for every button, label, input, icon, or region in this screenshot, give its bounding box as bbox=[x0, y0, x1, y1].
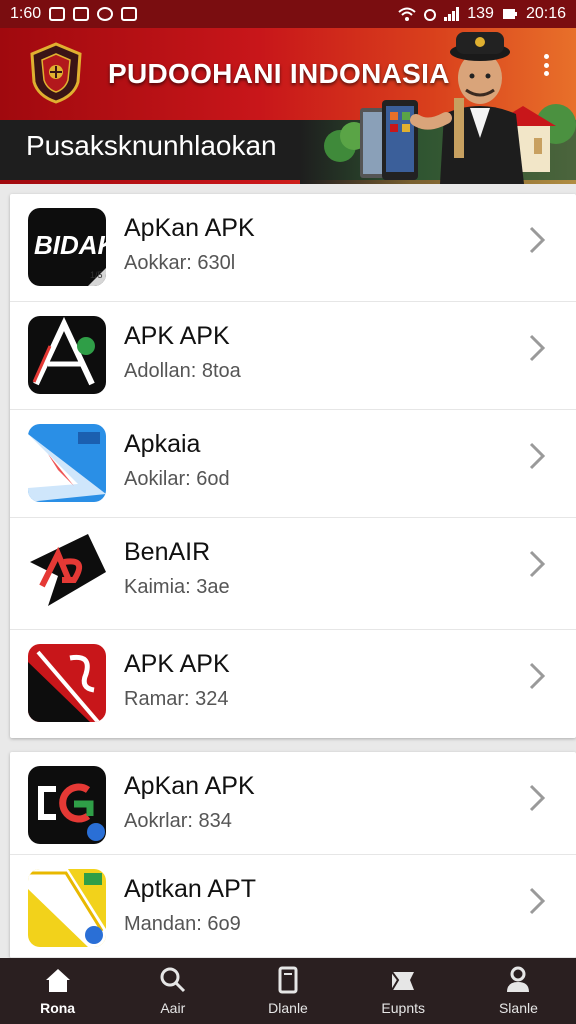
profile-icon bbox=[507, 966, 530, 992]
status-time-right: 20:16 bbox=[525, 5, 566, 22]
status-bar: 1:60 139 20:16 bbox=[0, 0, 576, 28]
app-list-card-secondary: ApKan APK Aokrlar: 834 Aptkan APT Mandan… bbox=[10, 752, 576, 958]
list-item-title: Apkaia bbox=[124, 430, 201, 458]
yellow-folder-app-icon bbox=[28, 869, 106, 947]
signal-icon bbox=[444, 7, 460, 21]
header-banner: PUDOOHANI INDONASIA Pusaksknunhlaokan bbox=[0, 28, 576, 184]
chevron-right-icon bbox=[529, 784, 546, 812]
list-item-subtitle: Aokkar: 630l bbox=[124, 252, 236, 274]
list-item-subtitle: Mandan: 6o9 bbox=[124, 913, 241, 935]
nav-item-documents[interactable]: Dlanle bbox=[230, 958, 345, 1024]
list-item-subtitle: Kaimia: 3ae bbox=[124, 576, 230, 598]
list-item[interactable]: Aptkan APT Mandan: 6o9 bbox=[10, 855, 576, 958]
svg-text:BIDAK: BIDAK bbox=[34, 230, 106, 260]
paper-plane-app-icon bbox=[28, 424, 106, 502]
document-icon bbox=[278, 966, 298, 994]
overflow-menu-button[interactable] bbox=[536, 50, 556, 80]
chevron-right-icon bbox=[529, 334, 546, 362]
a-logo-app-icon bbox=[28, 316, 106, 394]
app-list-card: BIDAK 1/5 ApKan APK Aokkar: 630l APK APK… bbox=[10, 194, 576, 738]
list-item-subtitle: Aokilar: 6od bbox=[124, 468, 230, 490]
colorful-g-app-icon bbox=[28, 766, 106, 844]
nav-item-search[interactable]: Aair bbox=[115, 958, 230, 1024]
nav-label: Rona bbox=[40, 1000, 76, 1016]
app-notification-icon bbox=[73, 7, 90, 21]
list-item[interactable]: ApKan APK Aokrlar: 834 bbox=[10, 752, 576, 855]
list-item[interactable]: APK APK Ramar: 324 bbox=[10, 630, 576, 738]
chevron-right-icon bbox=[529, 550, 546, 578]
status-left: 1:60 bbox=[10, 5, 138, 23]
header-subtitle: Pusaksknunhlaokan bbox=[26, 130, 277, 161]
list-item[interactable]: APK APK Adollan: 8toa bbox=[10, 302, 576, 410]
chevron-right-icon bbox=[529, 442, 546, 470]
notification-icon bbox=[49, 7, 66, 21]
nav-item-profile[interactable]: Slanle bbox=[461, 958, 576, 1024]
bottom-navigation: Rona Aair Dlanle Eupnts Slanle bbox=[0, 958, 576, 1024]
nav-label: Dlanle bbox=[268, 1000, 308, 1016]
chevron-right-icon bbox=[529, 662, 546, 690]
list-item[interactable]: BenAIR Kaimia: 3ae bbox=[10, 518, 576, 630]
list-item[interactable]: BIDAK 1/5 ApKan APK Aokkar: 630l bbox=[10, 194, 576, 302]
list-item-title: APK APK bbox=[124, 650, 230, 678]
nav-item-home[interactable]: Rona bbox=[0, 958, 115, 1024]
alarm-icon bbox=[424, 9, 437, 21]
list-item-subtitle: Aokrlar: 834 bbox=[124, 810, 232, 832]
home-icon bbox=[45, 969, 70, 992]
list-item-title: Aptkan APT bbox=[124, 875, 257, 903]
search-icon bbox=[160, 967, 185, 993]
wifi-icon bbox=[398, 7, 416, 21]
list-item-subtitle: Adollan: 8toa bbox=[124, 360, 241, 382]
chevron-right-icon bbox=[529, 226, 546, 254]
status-time-left: 1:60 bbox=[10, 5, 42, 22]
status-right: 139 20:16 bbox=[398, 5, 566, 23]
svg-text:1/5: 1/5 bbox=[90, 270, 103, 280]
chevron-right-icon bbox=[529, 887, 546, 915]
nav-item-updates[interactable]: Eupnts bbox=[346, 958, 461, 1024]
list-item[interactable]: Apkaia Aokilar: 6od bbox=[10, 410, 576, 518]
camera-icon bbox=[97, 7, 114, 21]
nav-label: Aair bbox=[160, 1000, 186, 1016]
list-item-title: ApKan APK bbox=[124, 772, 255, 800]
ap-arrow-app-icon bbox=[28, 532, 106, 610]
box-icon bbox=[391, 971, 415, 991]
gallery-icon bbox=[121, 7, 138, 21]
list-item-title: APK APK bbox=[124, 322, 230, 350]
battery-level: 139 bbox=[467, 5, 494, 22]
list-item-title: BenAIR bbox=[124, 538, 211, 566]
list-item-subtitle: Ramar: 324 bbox=[124, 688, 229, 710]
list-item-title: ApKan APK bbox=[124, 214, 255, 242]
nav-label: Eupnts bbox=[381, 1000, 425, 1016]
battery-icon bbox=[502, 9, 517, 19]
red-swoosh-app-icon bbox=[28, 644, 106, 722]
emblem-icon bbox=[30, 42, 82, 104]
nav-label: Slanle bbox=[498, 1000, 538, 1016]
bidak-app-icon: BIDAK 1/5 bbox=[28, 208, 106, 286]
